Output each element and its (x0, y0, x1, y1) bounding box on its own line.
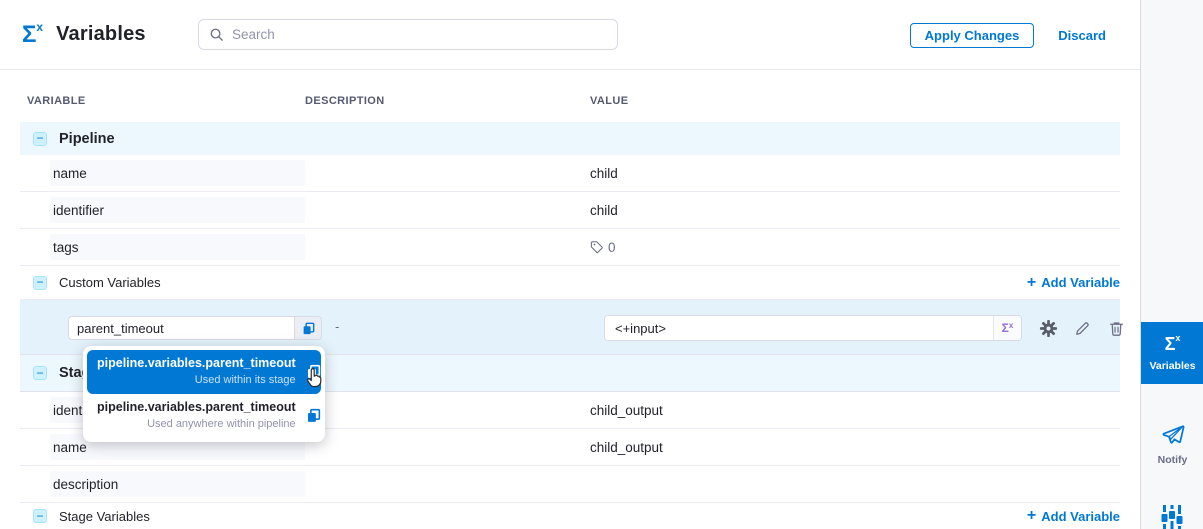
row-label: tags (50, 234, 305, 260)
row-label: name (50, 160, 305, 186)
expression-type-button[interactable]: Σx (993, 316, 1021, 340)
search-input[interactable] (232, 27, 607, 42)
dropdown-item-stage-scope[interactable]: pipeline.variables.parent_timeout Used w… (87, 350, 321, 394)
subsection-row-stage-variables: − Stage Variables + Add Variable (20, 503, 1120, 529)
plus-icon: + (1027, 275, 1036, 291)
toolbar-item-variables[interactable]: Σx Variables (1141, 322, 1203, 384)
expression-scope: Used anywhere within pipeline (97, 418, 296, 430)
tag-icon (590, 240, 604, 254)
gear-icon (1039, 319, 1058, 338)
subsection-label: Stage Variables (59, 509, 150, 524)
header-actions: Apply Changes Discard (910, 0, 1106, 70)
description-dash: - (335, 319, 339, 334)
value-input[interactable] (605, 316, 993, 340)
trash-icon (1108, 320, 1125, 337)
expression-copy-dropdown: pipeline.variables.parent_timeout Used w… (83, 346, 325, 442)
delete-button[interactable] (1106, 318, 1126, 338)
subsection-row-custom-variables: − Custom Variables + Add Variable (20, 266, 1120, 300)
add-variable-button[interactable]: + Add Variable (1027, 275, 1120, 291)
tags-value: 0 (590, 240, 616, 255)
column-header-description: DESCRIPTION (305, 95, 585, 107)
row-actions (1038, 318, 1126, 338)
dropdown-item-pipeline-scope[interactable]: pipeline.variables.parent_timeout Used a… (87, 394, 321, 438)
toolbar-item-label: Variables (1149, 360, 1195, 372)
variables-table: VARIABLE DESCRIPTION VALUE − Pipeline na… (20, 70, 1120, 529)
row-label: description (50, 471, 305, 497)
copy-icon (301, 321, 316, 336)
collapse-icon[interactable]: − (33, 366, 47, 380)
expression-scope: Used within its stage (97, 374, 296, 386)
row-value: child (585, 166, 1120, 181)
table-row-name: name child (20, 155, 1120, 192)
table-row-identifier: identifier child (20, 192, 1120, 229)
row-value: child (585, 203, 1120, 218)
toolbar-item-notify[interactable]: Notify (1141, 422, 1203, 466)
settings-button[interactable] (1038, 318, 1058, 338)
section-label: Pipeline (59, 131, 115, 147)
copy-icon (305, 407, 322, 424)
expression-path: pipeline.variables.parent_timeout (97, 400, 296, 414)
search-icon (209, 27, 224, 42)
collapse-icon[interactable]: − (33, 132, 47, 146)
discard-link[interactable]: Discard (1058, 28, 1106, 43)
expression-path: pipeline.variables.parent_timeout (97, 356, 296, 370)
add-variable-button[interactable]: + Add Variable (1027, 508, 1120, 524)
copy-icon (305, 363, 322, 380)
collapse-icon[interactable]: − (33, 509, 47, 523)
subsection-label: Custom Variables (59, 275, 161, 290)
edit-button[interactable] (1072, 318, 1092, 338)
copy-expression-button[interactable] (295, 316, 322, 340)
collapse-icon[interactable]: − (33, 276, 47, 290)
flow-control-icon[interactable] (1159, 505, 1185, 529)
variable-name-input[interactable] (68, 316, 295, 340)
sigma-icon: Σx (1165, 335, 1181, 353)
table-row-stage-description: description (20, 466, 1120, 503)
column-header-value: VALUE (585, 95, 1120, 107)
toolbar-item-label: Notify (1158, 454, 1188, 466)
plus-icon: + (1027, 508, 1036, 524)
pencil-icon (1074, 320, 1091, 337)
table-header-row: VARIABLE DESCRIPTION VALUE (20, 70, 1120, 122)
right-toolbar: Σx Variables Notify (1140, 0, 1203, 529)
panel-header: Σx Variables Apply Changes Discard (0, 0, 1140, 70)
page-title: Variables (56, 23, 146, 46)
section-row-pipeline: − Pipeline (20, 122, 1120, 155)
row-label: identifier (50, 197, 305, 223)
search-box[interactable] (198, 19, 618, 50)
value-input-group: Σx (604, 315, 1022, 341)
row-value: child_output (585, 440, 1120, 455)
table-row-tags: tags 0 (20, 229, 1120, 266)
row-value: child_output (585, 403, 1120, 418)
paper-plane-icon (1160, 422, 1186, 448)
sigma-logo-icon: Σx (22, 23, 43, 47)
column-header-variable: VARIABLE (20, 95, 305, 107)
apply-changes-button[interactable]: Apply Changes (910, 23, 1035, 48)
variables-panel: Σx Variables Apply Changes Discard VARIA… (0, 0, 1140, 529)
